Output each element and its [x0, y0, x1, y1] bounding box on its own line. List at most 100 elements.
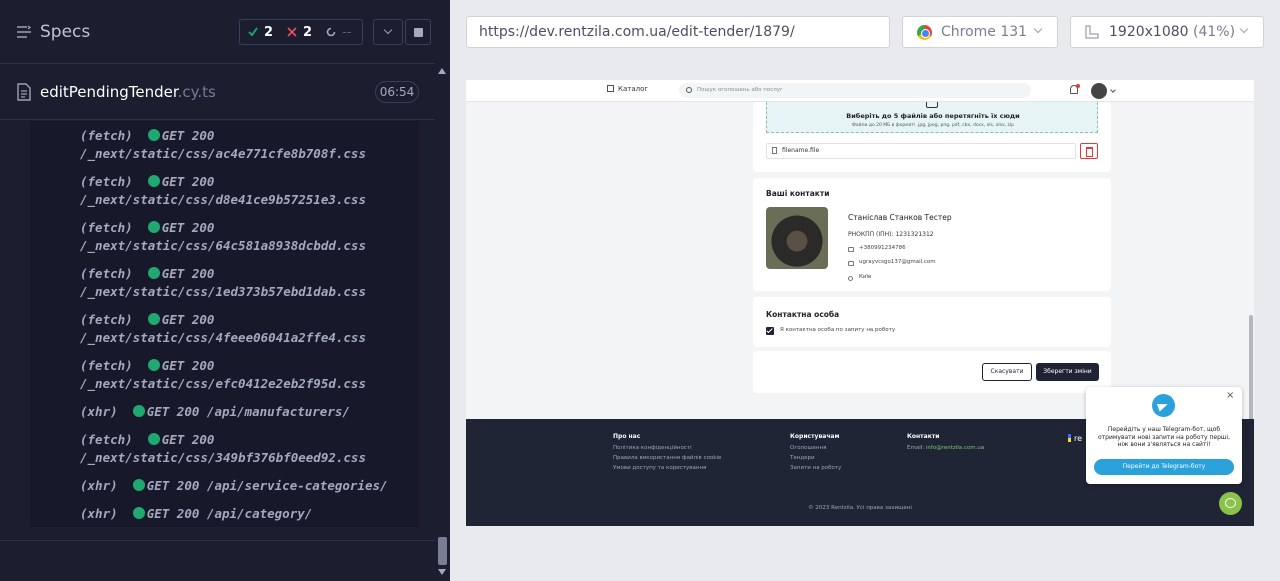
- app-header: Каталог Пошук оголошень або послуг: [466, 80, 1254, 102]
- spec-name-ext: .cy.ts: [177, 83, 216, 101]
- passed-count: 2: [264, 24, 274, 40]
- log-entry[interactable]: (fetch) GET 200 /_next/static/css/1ed373…: [80, 265, 366, 301]
- viewport-size: 1920x1080: [1109, 24, 1189, 40]
- log-type: (fetch): [80, 220, 133, 235]
- log-type: (fetch): [80, 432, 133, 447]
- logo-flag-icon: [1068, 434, 1071, 442]
- scroll-thumb[interactable]: [438, 537, 447, 565]
- browser-name: Chrome 131: [941, 24, 1028, 40]
- contact-inn: РНОКПП (ІПН): 1231321312: [848, 231, 934, 238]
- log-entry[interactable]: (fetch) GET 200 /_next/static/css/349bf3…: [80, 431, 366, 467]
- telegram-popup: × Перейдіть у наш Telegram-бот, щоб отри…: [1086, 387, 1242, 484]
- specs-title[interactable]: Specs: [40, 22, 90, 42]
- url-bar[interactable]: https://dev.rentzila.com.ua/edit-tender/…: [466, 16, 890, 48]
- upload-icon: [926, 102, 938, 108]
- cancel-button[interactable]: Скасувати: [982, 363, 1032, 381]
- delete-file-button[interactable]: [1080, 143, 1098, 159]
- footer-email-row: Email: info@rentzila.com.ua: [907, 445, 984, 451]
- contact-person-checkbox[interactable]: [766, 327, 774, 335]
- stop-button[interactable]: [405, 19, 431, 45]
- status-dot-icon: [147, 267, 160, 279]
- log-path: /_next/static/css/4feee06041a2ffe4.css: [80, 330, 366, 345]
- scroll-down-icon[interactable]: [438, 569, 446, 575]
- chevron-down-icon: [1033, 24, 1043, 34]
- log-entry[interactable]: (xhr) GET 200 /api/service-categories/: [80, 477, 388, 495]
- log-status: GET 200: [146, 404, 200, 419]
- log-entry[interactable]: (fetch) GET 200 /_next/static/css/ac4e77…: [80, 127, 366, 163]
- specs-list-icon[interactable]: [16, 24, 32, 40]
- log-path: /api/category/: [206, 506, 313, 521]
- catalog-button[interactable]: Каталог: [607, 85, 648, 93]
- log-entry[interactable]: (fetch) GET 200 /_next/static/css/4feee0…: [80, 311, 366, 347]
- search-icon: [686, 87, 692, 93]
- log-entry[interactable]: (fetch) GET 200 /_next/static/css/efc041…: [80, 357, 366, 393]
- dropzone-hint: Файли до 20 МБ в форматі .jpg, jpeg, png…: [852, 123, 1014, 128]
- upload-card: Виберіть до 5 файлів або перетягніть їх …: [753, 102, 1111, 172]
- logo-text: re: [1074, 434, 1083, 443]
- runner-panel: Specs 2 2 -- editPendingTender.cy.ts 06:…: [0, 0, 450, 581]
- command-log[interactable]: (fetch) GET 200 /_next/static/css/ac4e77…: [30, 121, 419, 527]
- mail-icon: [848, 261, 854, 266]
- footer-link[interactable]: Оголошення: [790, 445, 826, 451]
- log-type: (fetch): [80, 174, 133, 189]
- log-type: (xhr): [80, 404, 118, 419]
- log-entry[interactable]: (fetch) GET 200 /_next/static/css/d8e41c…: [80, 173, 366, 209]
- check-icon: [248, 27, 258, 37]
- file-dropzone[interactable]: Виберіть до 5 файлів або перетягніть їх …: [766, 102, 1098, 133]
- passed-stat: 2: [240, 25, 273, 40]
- log-status: GET 200: [161, 358, 215, 373]
- footer-contacts-head: Контакти: [907, 433, 940, 440]
- failed-stat: 2: [273, 25, 312, 40]
- status-dot-icon: [147, 433, 160, 445]
- pending-count: --: [342, 24, 352, 40]
- log-path: /_next/static/css/efc0412e2eb2f95d.css: [80, 376, 366, 391]
- runner-topbar: Specs 2 2 --: [0, 0, 435, 64]
- log-path: /_next/static/css/ac4e771cfe8b708f.css: [80, 146, 366, 161]
- browser-selector[interactable]: Chrome 131: [902, 16, 1058, 48]
- search-input[interactable]: Пошук оголошень або послуг: [679, 83, 1031, 98]
- viewport-selector[interactable]: 1920x1080 (41%): [1070, 16, 1264, 48]
- file-icon: [17, 83, 31, 101]
- collapse-button[interactable]: [373, 19, 403, 45]
- log-entry[interactable]: (xhr) GET 200 /api/category/: [80, 505, 312, 523]
- footer-link[interactable]: Умови доступу та користування: [613, 465, 706, 471]
- save-button[interactable]: Зберегти зміни: [1036, 363, 1099, 381]
- spec-row[interactable]: editPendingTender.cy.ts 06:54: [0, 65, 435, 120]
- aut-panel: https://dev.rentzila.com.ua/edit-tender/…: [450, 0, 1280, 581]
- chat-button[interactable]: [1219, 492, 1242, 515]
- status-dot-icon: [147, 221, 160, 233]
- chevron-down-icon[interactable]: [1110, 87, 1116, 93]
- log-status: GET 200: [161, 128, 215, 143]
- log-entry[interactable]: (fetch) GET 200 /_next/static/css/64c581…: [80, 219, 366, 255]
- log-status: GET 200: [161, 432, 215, 447]
- file-icon: [772, 147, 777, 154]
- scroll-up-icon[interactable]: [438, 68, 446, 74]
- status-dot-icon: [147, 313, 160, 325]
- log-entry[interactable]: (xhr) GET 200 /api/manufacturers/: [80, 403, 350, 421]
- log-path: /_next/static/css/1ed373b57ebd1dab.css: [80, 284, 366, 299]
- log-path: /_next/static/css/349bf376bf0eed92.css: [80, 450, 366, 465]
- footer-email-link[interactable]: info@rentzila.com.ua: [926, 445, 984, 451]
- telegram-button[interactable]: Перейти до Telegram-боту: [1094, 459, 1234, 475]
- grid-icon: [607, 85, 614, 92]
- log-path: /api/manufacturers/: [206, 404, 350, 419]
- footer-link[interactable]: Запити на роботу: [790, 465, 841, 471]
- footer-link[interactable]: Тендери: [790, 455, 815, 461]
- log-scrollbar[interactable]: [435, 64, 450, 581]
- footer-link[interactable]: Політика конфіденційності: [613, 445, 692, 451]
- close-icon[interactable]: ×: [1226, 391, 1234, 401]
- app-viewport: Каталог Пошук оголошень або послуг Вибер…: [466, 80, 1254, 526]
- status-dot-icon: [132, 405, 145, 417]
- contact-email: ugrayvcsgo137@gmail.com: [859, 259, 936, 265]
- email-label: Email:: [907, 445, 925, 451]
- spec-name: editPendingTender.cy.ts: [40, 83, 216, 101]
- footer-logo[interactable]: re: [1068, 434, 1082, 443]
- footer-link[interactable]: Правила використання файлів cookie: [613, 455, 721, 461]
- avatar[interactable]: [1091, 83, 1107, 99]
- checkbox-label[interactable]: Я контактна особа по запиту на роботу: [780, 327, 895, 333]
- log-type: (fetch): [80, 128, 133, 143]
- pending-stat: --: [312, 25, 351, 40]
- log-path: /api/service-categories/: [206, 478, 388, 493]
- log-status: GET 200: [161, 174, 215, 189]
- contacts-title: Ваші контакти: [766, 189, 830, 198]
